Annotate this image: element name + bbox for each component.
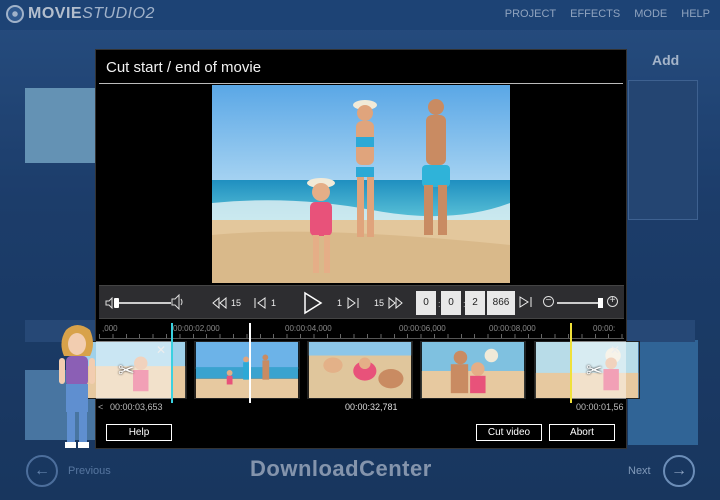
- zoom-slider[interactable]: [557, 302, 603, 304]
- dialog-title: Cut start / end of movie: [106, 59, 262, 76]
- play-icon[interactable]: [299, 291, 323, 315]
- frame-field-seconds[interactable]: 2: [465, 291, 485, 315]
- step-forward-icon: [347, 297, 359, 309]
- cut-start-marker[interactable]: [171, 323, 173, 403]
- ruler-label: 00:00:08,000: [489, 324, 536, 333]
- rewind-icon: [212, 297, 227, 309]
- fast-forward-icon: [388, 297, 403, 309]
- fast-forward-step-label: 15: [374, 298, 385, 308]
- thumbnail-frame-2: [194, 341, 300, 399]
- assistant-character: [59, 325, 95, 448]
- cut-start-time: 00:00:03,653: [110, 402, 163, 412]
- help-button[interactable]: Help: [106, 424, 172, 441]
- playback-control-bar: 15 1 1 15 0 : 0 : 2 866 − +: [99, 285, 624, 319]
- ruler-label: 00:00:06,000: [399, 324, 446, 333]
- volume-slider[interactable]: [116, 302, 171, 304]
- fast-forward-15-button[interactable]: 15: [374, 294, 404, 312]
- step-back-label: 1: [271, 298, 277, 308]
- cut-end-time: 00:00:01,56: [576, 402, 624, 412]
- thumbnail-frame-3: [307, 341, 413, 399]
- zoom-in-icon[interactable]: +: [607, 296, 618, 307]
- watermark: DownloadCenter: [250, 456, 432, 481]
- abort-button[interactable]: Abort: [549, 424, 615, 441]
- frame-field-minutes[interactable]: 0: [441, 291, 461, 315]
- ruler-label: 00:00:04,000: [285, 324, 332, 333]
- step-back-button[interactable]: 1: [253, 294, 276, 312]
- timeline-ruler[interactable]: ,000 00:00:02,000 00:00:04,000 00:00:06,…: [99, 321, 624, 339]
- remove-end-cut-icon[interactable]: ✕: [610, 343, 620, 357]
- step-forward-button[interactable]: 1: [337, 294, 360, 312]
- ruler-label: ,000: [102, 324, 118, 333]
- playhead-marker[interactable]: [249, 323, 251, 403]
- remove-start-cut-icon[interactable]: ✕: [156, 343, 166, 357]
- ruler-ticks: [99, 334, 624, 338]
- volume-max-icon[interactable]: [171, 294, 185, 310]
- thumbnail-frame-4: [420, 341, 526, 399]
- video-preview: [212, 85, 510, 283]
- step-back-icon: [254, 297, 266, 309]
- frame-field-hours[interactable]: 0: [416, 291, 436, 315]
- frame-field-milliseconds[interactable]: 866: [487, 291, 515, 315]
- total-duration: 00:00:32,781: [345, 402, 398, 412]
- title-divider: [99, 83, 623, 84]
- zoom-slider-knob[interactable]: [598, 298, 603, 308]
- scissors-icon: ✂: [586, 360, 603, 382]
- volume-slider-knob[interactable]: [114, 298, 119, 308]
- cut-movie-dialog: Cut start / end of movie 15 1 1 15 0: 0…: [81, 49, 640, 449]
- rewind-15-button[interactable]: 15: [211, 294, 241, 312]
- rewind-step-label: 15: [231, 298, 242, 308]
- cut-video-button[interactable]: Cut video: [476, 424, 542, 441]
- scissors-icon: ✂: [118, 360, 135, 382]
- step-forward-label: 1: [337, 298, 343, 308]
- skip-end-icon[interactable]: [519, 296, 533, 308]
- ruler-label: 00:00:: [593, 324, 616, 333]
- timeline-thumbnails[interactable]: ✂ ✂ ✕ ✕: [81, 341, 640, 399]
- ruler-label: 00:00:02,000: [173, 324, 220, 333]
- zoom-out-icon[interactable]: −: [543, 296, 554, 307]
- cut-end-marker[interactable]: [570, 323, 572, 403]
